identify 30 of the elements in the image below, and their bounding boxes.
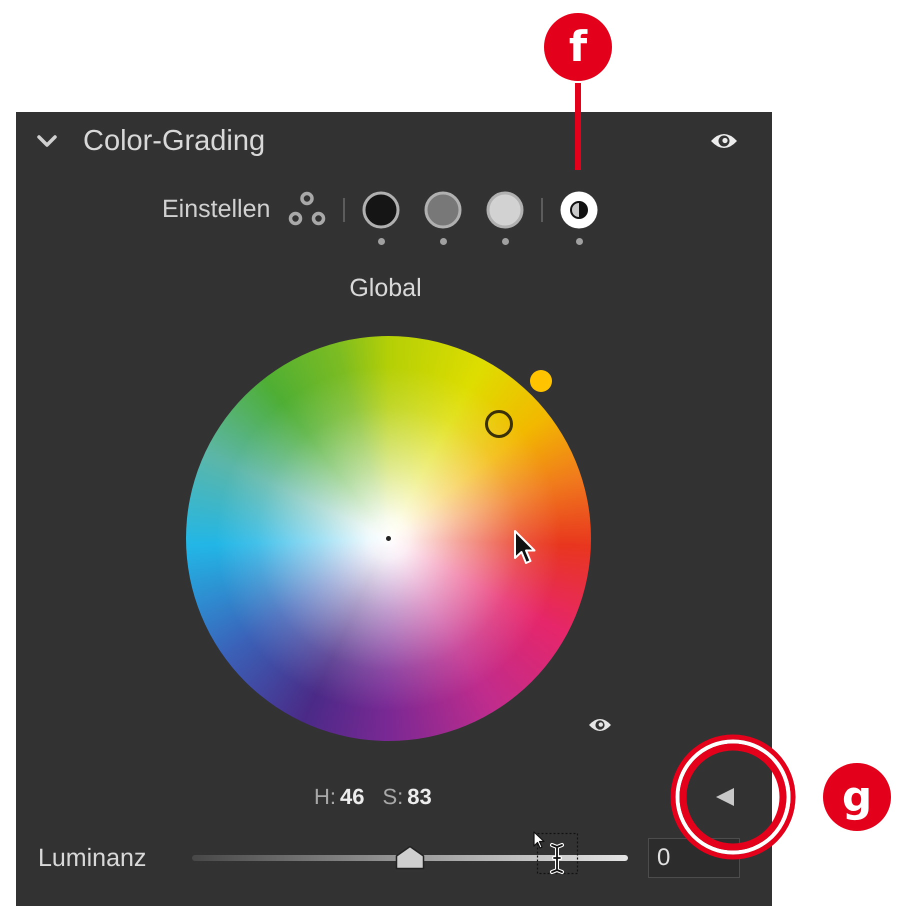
indicator-dot-icon: [502, 238, 509, 245]
text-cursor-icon: [532, 830, 579, 875]
luminance-slider[interactable]: [192, 845, 628, 871]
dark-disc-icon[interactable]: [362, 191, 400, 229]
hue-dot-icon: [530, 370, 552, 392]
pointer-cursor-icon: [513, 529, 537, 567]
adjust-label: Einstellen: [162, 194, 270, 225]
luminance-label: Luminanz: [38, 844, 146, 872]
indicator-dot-icon: [440, 238, 447, 245]
saturation-label: S:: [382, 784, 404, 810]
slider-thumb[interactable]: [395, 845, 425, 870]
callout-label: g: [823, 763, 891, 831]
left-triangle-icon[interactable]: [715, 787, 735, 807]
callout-label: f: [544, 13, 612, 81]
panel-title: Color-Grading: [83, 124, 266, 158]
indicator-dot-icon: [378, 238, 385, 245]
eye-icon[interactable]: [710, 132, 738, 150]
hue-label: H:: [314, 784, 336, 810]
chevron-icon[interactable]: [37, 135, 57, 147]
saturation-value: 83: [407, 784, 432, 810]
wheel-title: Global: [349, 273, 422, 303]
light-disc-icon[interactable]: [486, 191, 524, 229]
three-circles-icon[interactable]: [288, 191, 326, 227]
hue-value: 46: [340, 784, 364, 810]
eye-icon[interactable]: [588, 717, 612, 733]
half-circle-icon[interactable]: [560, 191, 598, 229]
wheel-handle-icon[interactable]: [484, 408, 514, 439]
center-dot-icon: [386, 536, 391, 541]
indicator-dot-icon: [576, 238, 583, 245]
medium-disc-icon[interactable]: [424, 191, 462, 229]
